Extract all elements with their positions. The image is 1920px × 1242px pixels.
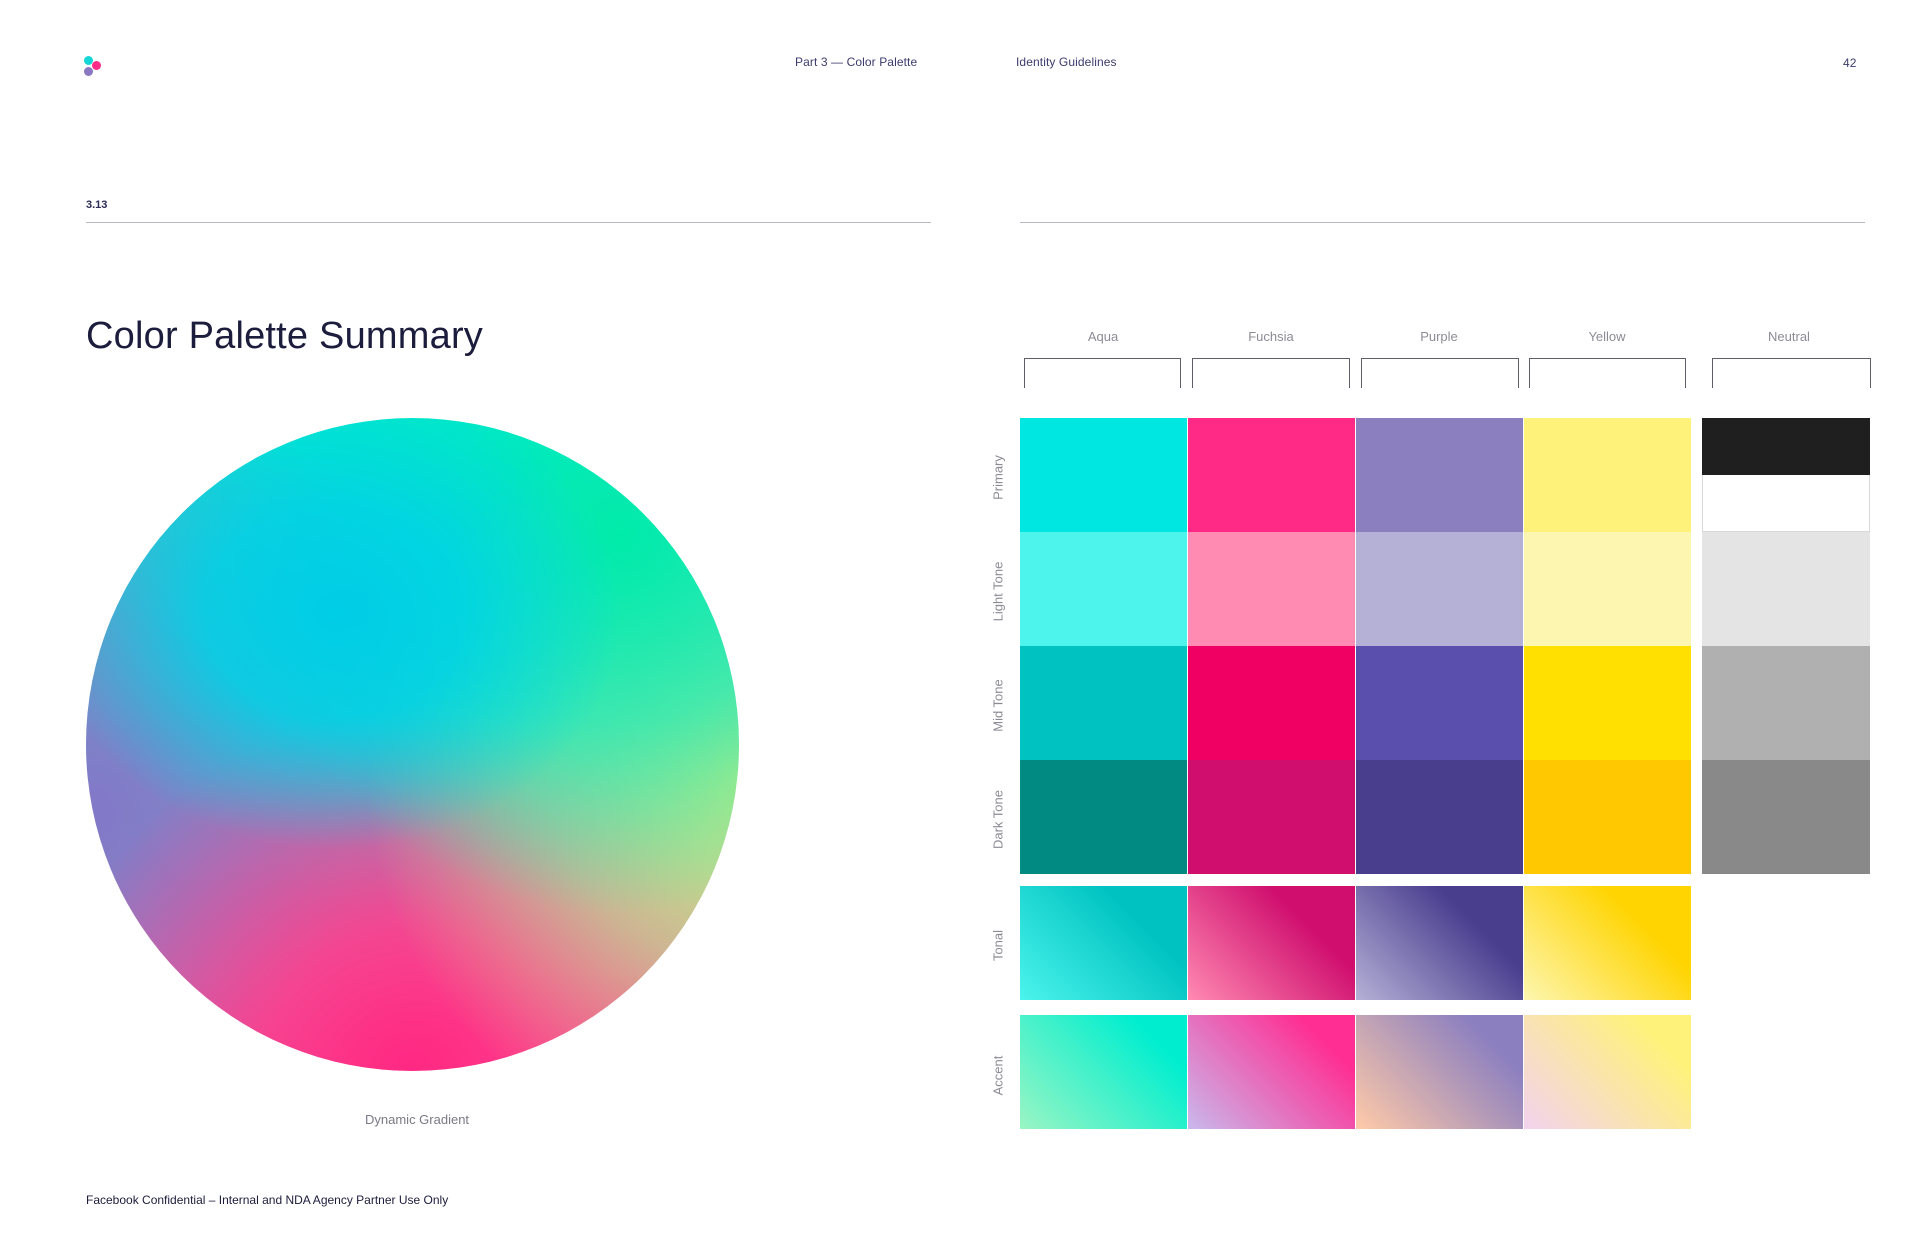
running-head-right: Identity Guidelines [1016, 55, 1117, 69]
swatch-fuchsia-light-tone [1188, 532, 1355, 646]
swatch-yellow-mid-tone [1524, 646, 1691, 760]
swatch-aqua-accent [1020, 1015, 1187, 1129]
column-label-purple: Purple [1420, 329, 1458, 344]
column-bracket-aqua [1024, 358, 1181, 388]
swatch-neutral-dark [1702, 760, 1870, 874]
column-label-fuchsia: Fuchsia [1248, 329, 1294, 344]
swatch-neutral-mid [1702, 646, 1870, 760]
swatch-yellow-accent [1524, 1015, 1691, 1129]
logo [84, 56, 106, 78]
row-label-light-tone: Light Tone [990, 561, 1006, 622]
swatch-purple-primary [1356, 418, 1523, 532]
swatch-aqua-dark-tone [1020, 760, 1187, 874]
section-number: 3.13 [86, 199, 108, 211]
column-label-yellow: Yellow [1588, 329, 1626, 344]
swatch-purple-tonal [1356, 886, 1523, 1000]
swatch-aqua-primary [1020, 418, 1187, 532]
row-label-dark-tone: Dark Tone [990, 790, 1006, 850]
column-bracket-neutral [1712, 358, 1871, 388]
column-label-neutral: Neutral [1768, 329, 1810, 344]
swatch-fuchsia-mid-tone [1188, 646, 1355, 760]
swatch-fuchsia-tonal [1188, 886, 1355, 1000]
swatch-neutral-light [1702, 532, 1870, 646]
column-bracket-fuchsia [1192, 358, 1350, 388]
confidentiality-footer: Facebook Confidential – Internal and NDA… [86, 1193, 449, 1207]
section-rule-left [86, 222, 931, 223]
row-label-mid-tone: Mid Tone [990, 679, 1006, 732]
column-bracket-yellow [1529, 358, 1686, 388]
running-head-left: Part 3 — Color Palette [795, 55, 918, 69]
swatch-purple-dark-tone [1356, 760, 1523, 874]
gradient-caption: Dynamic Gradient [365, 1112, 470, 1127]
row-label-primary: Primary [990, 455, 1006, 500]
swatch-fuchsia-dark-tone [1188, 760, 1355, 874]
swatch-purple-accent [1356, 1015, 1523, 1129]
row-label-tonal: Tonal [990, 929, 1006, 962]
logo-dot-fuchsia [92, 61, 101, 70]
swatch-aqua-tonal [1020, 886, 1187, 1000]
swatch-neutral-black [1702, 418, 1870, 475]
swatch-neutral-white [1702, 475, 1870, 532]
row-label-accent: Accent [990, 1055, 1006, 1096]
column-label-aqua: Aqua [1087, 329, 1119, 344]
column-bracket-purple [1361, 358, 1519, 388]
swatch-yellow-primary [1524, 418, 1691, 532]
swatch-purple-mid-tone [1356, 646, 1523, 760]
page-title: Color Palette Summary [86, 315, 484, 357]
logo-dot-purple [84, 67, 93, 76]
swatch-yellow-light-tone [1524, 532, 1691, 646]
page-number: 42 [1843, 56, 1857, 70]
swatch-purple-light-tone [1356, 532, 1523, 646]
swatch-fuchsia-accent [1188, 1015, 1355, 1129]
swatch-aqua-mid-tone [1020, 646, 1187, 760]
section-rule-right [1020, 222, 1865, 223]
swatch-aqua-light-tone [1020, 532, 1187, 646]
dynamic-gradient-sphere [86, 418, 739, 1071]
swatch-yellow-tonal [1524, 886, 1691, 1000]
swatch-fuchsia-primary [1188, 418, 1355, 532]
swatch-yellow-dark-tone [1524, 760, 1691, 874]
